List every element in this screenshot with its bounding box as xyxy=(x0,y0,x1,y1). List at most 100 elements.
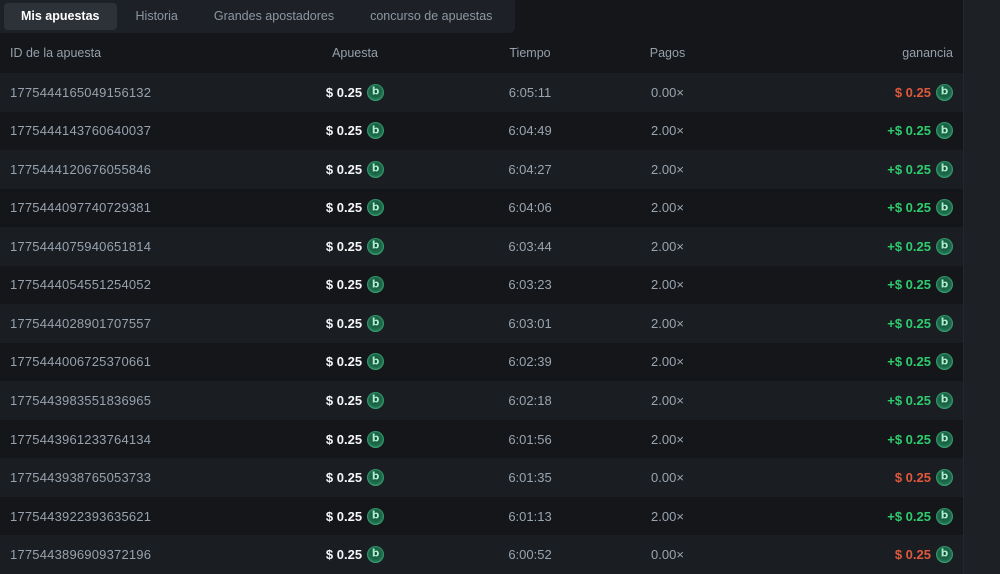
bet-time: 6:01:56 xyxy=(508,431,552,447)
bet-id: 1775443896909372196 xyxy=(10,547,152,563)
bet-table-row[interactable]: 1775443983551836965 $ 0.25 b 6:02:18 2.0… xyxy=(0,381,963,420)
bet-table-row[interactable]: 1775444075940651814 $ 0.25 b 6:03:44 2.0… xyxy=(0,227,963,266)
bet-time: 6:02:18 xyxy=(508,393,552,409)
bcd-coin-icon: b xyxy=(367,276,385,294)
bet-payout: 2.00× xyxy=(651,238,684,254)
table-header: ID de la apuesta Apuesta Tiempo Pagos ga… xyxy=(0,33,963,73)
bet-amount-value: $ 0.25 xyxy=(325,84,363,100)
bcd-coin-icon: b xyxy=(367,160,385,178)
bet-payout: 2.00× xyxy=(651,354,684,370)
bet-time: 6:04:27 xyxy=(508,161,552,177)
bet-time: 6:00:52 xyxy=(508,547,552,563)
bcd-coin-icon: b xyxy=(936,314,953,332)
bet-payout: 2.00× xyxy=(651,123,684,139)
bet-profit: +$ 0.25 b xyxy=(705,314,953,332)
bet-time: 6:04:49 xyxy=(508,123,552,139)
bet-profit-value: +$ 0.25 xyxy=(887,315,931,331)
bet-table-row[interactable]: 1775444006725370661 $ 0.25 b 6:02:39 2.0… xyxy=(0,343,963,382)
bet-table-row[interactable]: 1775443961233764134 $ 0.25 b 6:01:56 2.0… xyxy=(0,420,963,459)
bet-amount-value: $ 0.25 xyxy=(325,508,363,524)
column-header-bet: Apuesta xyxy=(332,46,378,60)
column-header-time: Tiempo xyxy=(509,46,551,60)
bet-payout: 2.00× xyxy=(651,315,684,331)
bet-time: 6:03:23 xyxy=(508,277,552,293)
bet-table-row[interactable]: 1775443896909372196 $ 0.25 b 6:00:52 0.0… xyxy=(0,535,963,574)
bcd-coin-icon: b xyxy=(367,237,385,255)
bet-profit-value: $ 0.25 xyxy=(894,470,931,486)
bet-profit-value: +$ 0.25 xyxy=(887,354,931,370)
bet-time: 6:02:39 xyxy=(508,354,552,370)
bet-profit: +$ 0.25 b xyxy=(705,160,953,178)
bet-profit: +$ 0.25 b xyxy=(705,122,953,140)
bet-id: 1775444054551254052 xyxy=(10,277,152,293)
bet-amount-value: $ 0.25 xyxy=(325,161,363,177)
bet-amount: $ 0.25 b xyxy=(280,199,430,217)
bet-payout: 0.00× xyxy=(651,470,684,486)
bet-amount-value: $ 0.25 xyxy=(325,393,363,409)
bet-id: 1775444006725370661 xyxy=(10,354,152,370)
bet-payout: 2.00× xyxy=(651,200,684,216)
bet-table-row[interactable]: 1775444120676055846 $ 0.25 b 6:04:27 2.0… xyxy=(0,150,963,189)
bcd-coin-icon: b xyxy=(367,83,385,101)
bet-amount: $ 0.25 b xyxy=(280,430,430,448)
bet-profit-value: $ 0.25 xyxy=(894,84,931,100)
bet-table-row[interactable]: 1775443938765053733 $ 0.25 b 6:01:35 0.0… xyxy=(0,458,963,497)
bet-payout: 2.00× xyxy=(651,508,684,524)
bet-payout: 2.00× xyxy=(651,161,684,177)
column-header-payout: Pagos xyxy=(649,46,686,60)
bet-profit: $ 0.25 b xyxy=(705,83,953,101)
bet-profit-value: +$ 0.25 xyxy=(887,123,931,139)
bcd-coin-icon: b xyxy=(936,276,953,294)
bet-profit-value: +$ 0.25 xyxy=(887,393,931,409)
bet-profit-value: +$ 0.25 xyxy=(887,238,931,254)
bet-amount: $ 0.25 b xyxy=(280,83,430,101)
tab-history[interactable]: Historia xyxy=(119,3,195,30)
bet-amount-value: $ 0.25 xyxy=(325,200,363,216)
bet-profit: +$ 0.25 b xyxy=(705,507,953,525)
tab-my-bets[interactable]: Mis apuestas xyxy=(4,3,117,30)
bet-amount: $ 0.25 b xyxy=(280,507,430,525)
column-header-bet-id: ID de la apuesta xyxy=(10,46,102,60)
bet-table-row[interactable]: 1775444143760640037 $ 0.25 b 6:04:49 2.0… xyxy=(0,112,963,151)
bcd-coin-icon: b xyxy=(367,353,385,371)
bet-profit-value: +$ 0.25 xyxy=(887,161,931,177)
bet-table-row[interactable]: 1775444165049156132 $ 0.25 b 6:05:11 0.0… xyxy=(0,73,963,112)
bet-profit: +$ 0.25 b xyxy=(705,353,953,371)
bet-id: 1775444028901707557 xyxy=(10,315,152,331)
bet-table-row[interactable]: 1775443922393635621 $ 0.25 b 6:01:13 2.0… xyxy=(0,497,963,536)
column-header-profit: ganancia xyxy=(902,46,953,60)
bet-amount: $ 0.25 b xyxy=(280,314,430,332)
bcd-coin-icon: b xyxy=(367,469,385,487)
table-body: 1775444165049156132 $ 0.25 b 6:05:11 0.0… xyxy=(0,73,963,574)
bcd-coin-icon: b xyxy=(936,353,953,371)
bet-time: 6:03:01 xyxy=(508,315,552,331)
bet-table-row[interactable]: 1775444097740729381 $ 0.25 b 6:04:06 2.0… xyxy=(0,189,963,228)
bet-profit: +$ 0.25 b xyxy=(705,237,953,255)
bet-table-row[interactable]: 1775444028901707557 $ 0.25 b 6:03:01 2.0… xyxy=(0,304,963,343)
bcd-coin-icon: b xyxy=(367,122,385,140)
bet-profit: +$ 0.25 b xyxy=(705,276,953,294)
bcd-coin-icon: b xyxy=(367,430,385,448)
bet-profit: +$ 0.25 b xyxy=(705,430,953,448)
bets-panel: Mis apuestas Historia Grandes apostadore… xyxy=(0,0,1000,574)
bet-table-row[interactable]: 1775444054551254052 $ 0.25 b 6:03:23 2.0… xyxy=(0,266,963,305)
bet-profit: $ 0.25 b xyxy=(705,546,953,564)
bet-profit-value: +$ 0.25 xyxy=(887,508,931,524)
bet-amount: $ 0.25 b xyxy=(280,276,430,294)
bet-time: 6:05:11 xyxy=(508,84,552,100)
bcd-coin-icon: b xyxy=(936,430,953,448)
bet-profit-value: +$ 0.25 xyxy=(887,277,931,293)
bcd-coin-icon: b xyxy=(367,507,385,525)
tab-bet-contest[interactable]: concurso de apuestas xyxy=(353,3,509,30)
bet-amount-value: $ 0.25 xyxy=(325,277,363,293)
bcd-coin-icon: b xyxy=(367,392,385,410)
tab-high-rollers[interactable]: Grandes apostadores xyxy=(197,3,351,30)
bcd-coin-icon: b xyxy=(936,546,953,564)
bets-main: Mis apuestas Historia Grandes apostadore… xyxy=(0,0,963,574)
bcd-coin-icon: b xyxy=(936,392,953,410)
bet-time: 6:04:06 xyxy=(508,200,552,216)
right-edge-panel xyxy=(963,0,1000,574)
bcd-coin-icon: b xyxy=(367,314,385,332)
bet-amount-value: $ 0.25 xyxy=(325,470,363,486)
bet-amount: $ 0.25 b xyxy=(280,469,430,487)
